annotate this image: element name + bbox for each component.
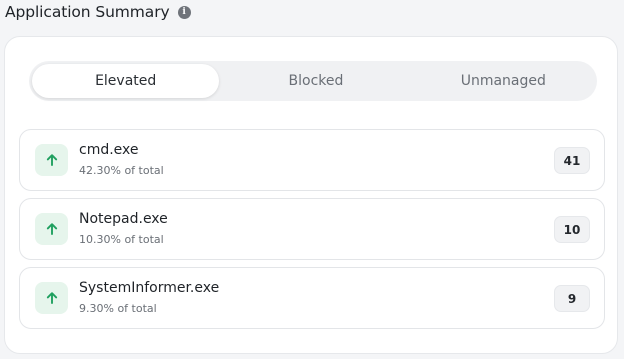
- item-percentage: 10.30% of total: [79, 233, 164, 246]
- item-percentage: 42.30% of total: [79, 164, 164, 177]
- list-item[interactable]: cmd.exe 42.30% of total 41: [19, 129, 605, 191]
- list-item[interactable]: SystemInformer.exe 9.30% of total 9: [19, 267, 605, 329]
- item-name: cmd.exe: [79, 142, 139, 158]
- list-item[interactable]: Notepad.exe 10.30% of total 10: [19, 198, 605, 260]
- info-icon[interactable]: i: [177, 6, 191, 19]
- arrow-up-icon: [35, 213, 68, 245]
- page-title: Application Summary: [5, 3, 170, 21]
- count-badge: 41: [554, 147, 590, 174]
- arrow-up-icon: [35, 144, 68, 176]
- arrow-up-icon: [35, 282, 68, 314]
- item-percentage: 9.30% of total: [79, 302, 157, 315]
- count-badge: 10: [554, 216, 590, 243]
- tab-blocked[interactable]: Blocked: [222, 61, 409, 101]
- tab-bar: Elevated Blocked Unmanaged: [29, 61, 597, 101]
- summary-card: Elevated Blocked Unmanaged cmd.exe 42.30…: [4, 36, 618, 354]
- section-header: Application Summary i: [5, 0, 191, 24]
- count-badge: 9: [554, 285, 590, 312]
- tab-unmanaged[interactable]: Unmanaged: [410, 61, 597, 101]
- application-list: cmd.exe 42.30% of total 41 Notepad.exe 1…: [19, 129, 605, 336]
- tab-elevated[interactable]: Elevated: [32, 64, 220, 98]
- item-name: SystemInformer.exe: [79, 280, 220, 296]
- item-name: Notepad.exe: [79, 211, 168, 227]
